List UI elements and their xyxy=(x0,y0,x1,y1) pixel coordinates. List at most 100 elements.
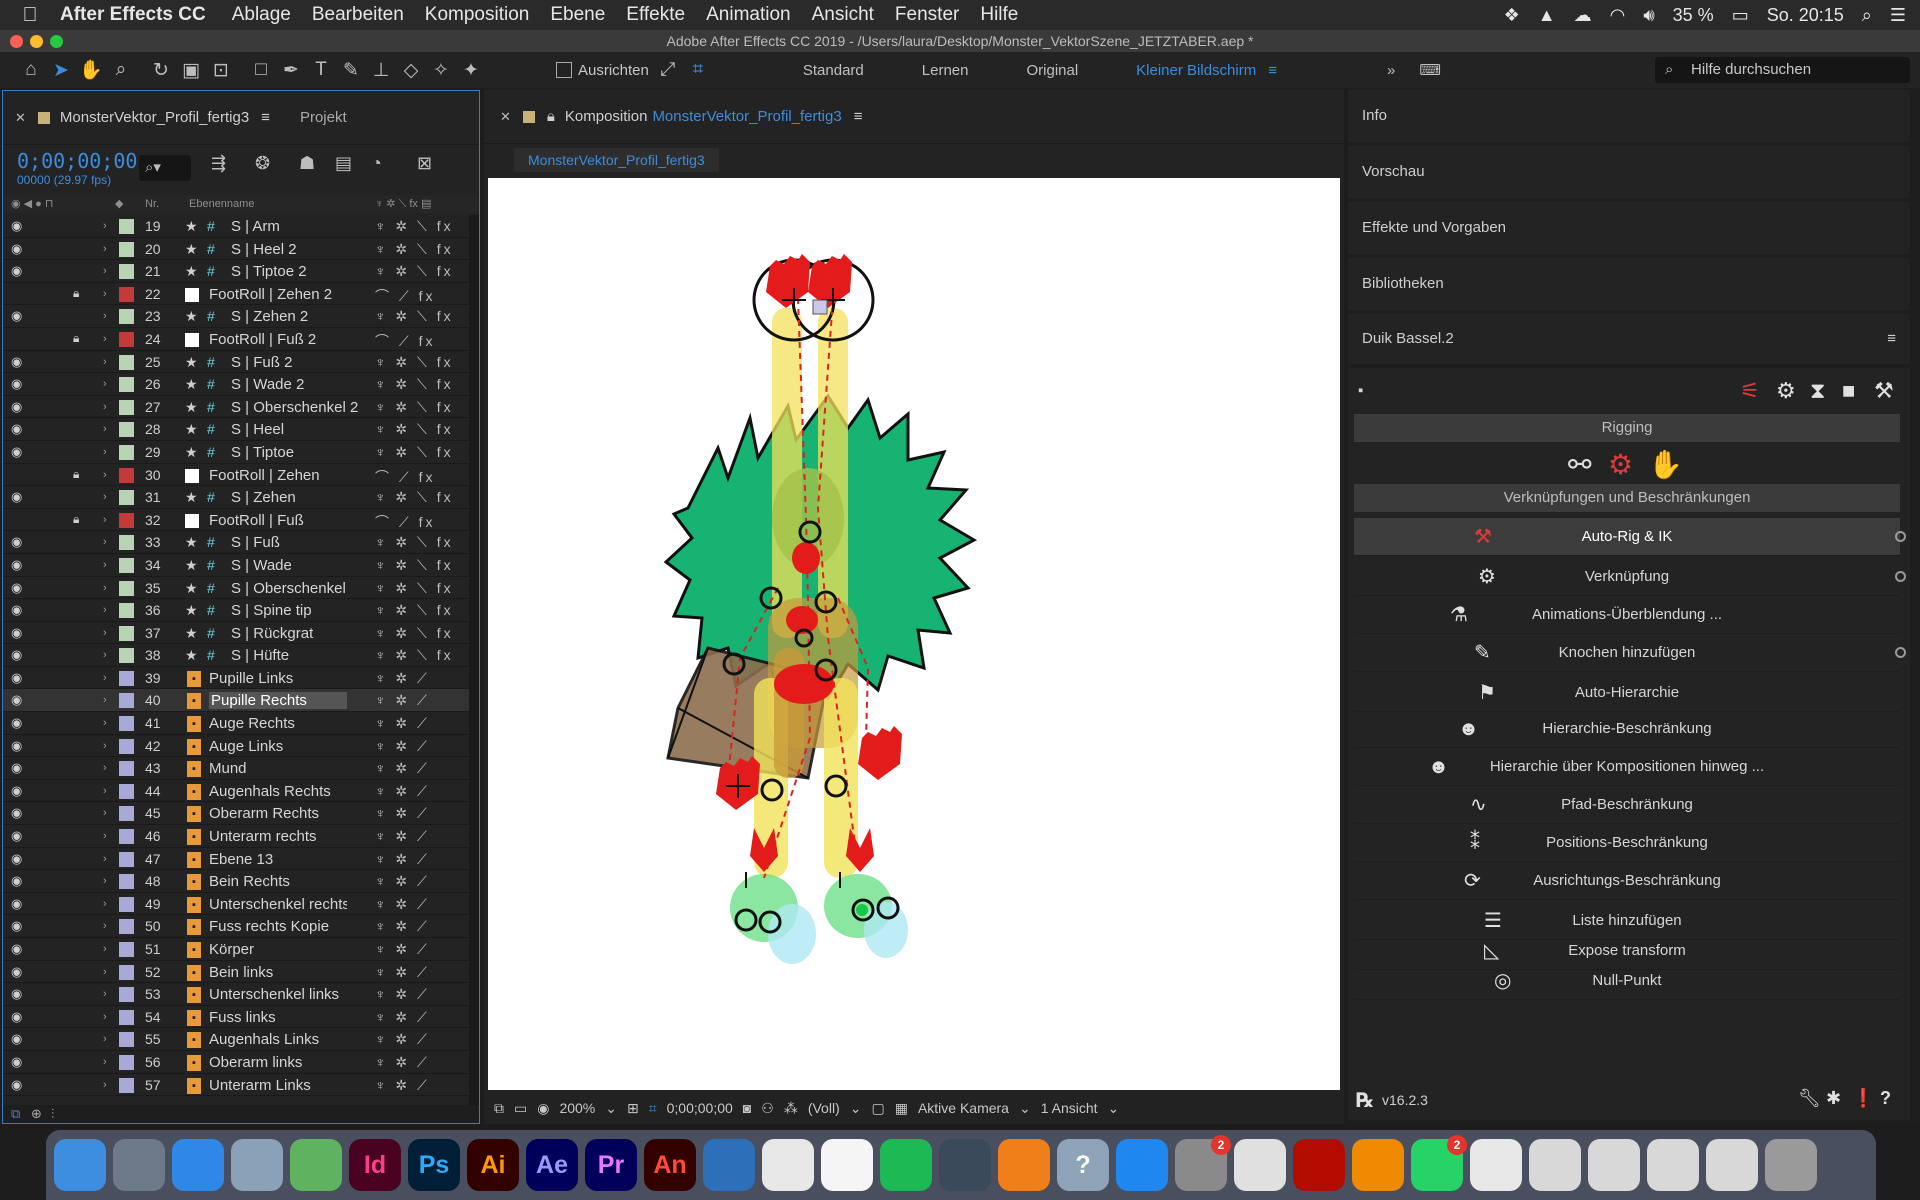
duik-button[interactable]: ⁑ Positions-Beschränkung xyxy=(1354,824,1900,862)
layer-row[interactable]: ◉ › 55 ▪ Augenhals Links ♆ ✲ ⟋ xyxy=(3,1028,469,1051)
label-color-swatch[interactable] xyxy=(119,783,134,799)
layer-name[interactable]: S | Zehen xyxy=(231,489,369,506)
photoshop-icon[interactable]: Ps xyxy=(408,1139,460,1191)
layer-row[interactable]: 🔒︎ › 30 FootRoll | Zehen ⌒ ⟋ fx xyxy=(3,464,469,487)
indesign-icon[interactable]: Id xyxy=(349,1139,401,1191)
visibility-eye-icon[interactable]: ◉ xyxy=(11,1031,22,1047)
panel-info[interactable]: Info xyxy=(1348,90,1910,142)
comp-tab-menu-icon[interactable]: ≡ xyxy=(854,108,863,125)
layer-switches[interactable]: ♆ ✲ ⟍ fx xyxy=(375,444,454,461)
visibility-eye-icon[interactable]: ◉ xyxy=(11,715,22,731)
duik-button[interactable]: ✎ Knochen hinzufügen xyxy=(1354,634,1906,672)
layer-switches[interactable]: ♆ ✲ ⟍ fx xyxy=(375,421,454,438)
layer-switches[interactable]: ♆ ✲ ⟍ fx xyxy=(375,534,454,551)
layer-name[interactable]: Pupille Rechts xyxy=(209,692,347,710)
help-icon[interactable]: ? xyxy=(1880,1088,1891,1109)
layer-row[interactable]: ◉ › 26 ★ # S | Wade 2 ♆ ✲ ⟍ fx xyxy=(3,373,469,396)
text-tool-icon[interactable]: T xyxy=(306,59,336,81)
app-icon[interactable] xyxy=(703,1139,755,1191)
graph-editor-icon[interactable]: ⊠ xyxy=(417,153,432,174)
rotate-tool-icon[interactable]: ↻ xyxy=(146,59,176,82)
layer-row[interactable]: ◉ › 39 ▪ Pupille Links ♆ ✲ ⟋ xyxy=(3,667,469,690)
visibility-eye-icon[interactable]: ◉ xyxy=(11,308,22,324)
layer-name[interactable]: Oberarm links xyxy=(209,1054,347,1071)
label-color-swatch[interactable] xyxy=(119,942,134,957)
pen-tool-icon[interactable]: ✒ xyxy=(276,59,306,82)
layer-switches[interactable]: ♆ ✲ ⟋ xyxy=(375,692,430,709)
layer-switches[interactable]: ⌒ ⟋ fx xyxy=(375,512,435,532)
home-icon[interactable]: ⌂ xyxy=(16,59,46,81)
camera-tab-icon[interactable]: ■ xyxy=(1842,378,1855,404)
twirl-chevron-icon[interactable]: › xyxy=(103,807,107,819)
panel-effects-presets[interactable]: Effekte und Vorgaben xyxy=(1348,202,1910,254)
layer-row[interactable]: ◉ › 48 ▪ Bein Rechts ♆ ✲ ⟋ xyxy=(3,870,469,893)
label-color-swatch[interactable] xyxy=(119,219,134,234)
layer-name[interactable]: S | Heel xyxy=(231,421,369,438)
duik-button[interactable]: ⚗ Animations-Überblendung ... xyxy=(1354,596,1900,634)
visibility-eye-icon[interactable]: ◉ xyxy=(11,760,22,776)
lock-icon[interactable]: 🔒︎ xyxy=(73,467,79,482)
whatsapp-icon[interactable]: 2 xyxy=(1411,1135,1467,1191)
visibility-eye-icon[interactable]: ◉ xyxy=(11,805,22,821)
menu-item-ablage[interactable]: Ablage xyxy=(232,4,291,26)
menu-item-bearbeiten[interactable]: Bearbeiten xyxy=(312,4,404,26)
menu-item-ebene[interactable]: Ebene xyxy=(550,4,605,26)
duik-button[interactable]: ⚙ Verknüpfung xyxy=(1354,558,1906,596)
layer-switches[interactable]: ♆ ✲ ⟋ xyxy=(375,715,430,732)
zoom-window-button[interactable] xyxy=(50,35,63,48)
selection-tool-icon[interactable]: ➤ xyxy=(46,59,76,82)
layer-row[interactable]: ◉ › 36 ★ # S | Spine tip ♆ ✲ ⟍ fx xyxy=(3,599,469,622)
spotify-icon[interactable] xyxy=(880,1139,932,1191)
panel-libraries[interactable]: Bibliotheken xyxy=(1348,258,1910,310)
label-color-swatch[interactable] xyxy=(119,738,134,754)
rigging-tab-icon[interactable]: ⚟ xyxy=(1740,378,1760,404)
layer-name[interactable]: Fuss links xyxy=(209,1009,347,1026)
label-color-swatch[interactable] xyxy=(119,557,134,573)
layer-switches[interactable]: ♆ ✲ ⟍ fx xyxy=(375,602,454,619)
tab-project[interactable]: Projekt xyxy=(300,109,347,126)
acrobat-icon[interactable] xyxy=(1293,1139,1345,1191)
duik-button[interactable]: ☻ Hierarchie über Kompositionen hinweg ..… xyxy=(1354,748,1900,786)
sync-settings-icon[interactable]: ⌨ xyxy=(1419,61,1441,79)
visibility-eye-icon[interactable]: ◉ xyxy=(11,376,22,392)
workspace-original[interactable]: Original xyxy=(1026,62,1078,79)
help-icon[interactable]: ? xyxy=(1057,1139,1109,1191)
twirl-chevron-icon[interactable]: › xyxy=(103,943,107,955)
lock-icon[interactable]: 🔒︎ xyxy=(73,331,79,346)
books-icon[interactable] xyxy=(998,1139,1050,1191)
label-color-swatch[interactable] xyxy=(119,874,134,890)
label-color-swatch[interactable] xyxy=(119,919,134,935)
switches-toggle-icon[interactable]: ⫶ xyxy=(51,1106,54,1122)
notification-center-icon[interactable]: ☰ xyxy=(1890,5,1906,26)
layer-switches[interactable]: ♆ ✲ ⟍ fx xyxy=(375,647,454,664)
visibility-eye-icon[interactable]: ◉ xyxy=(11,964,22,980)
twirl-chevron-icon[interactable]: › xyxy=(103,1011,107,1023)
layer-switches[interactable]: ♆ ✲ ⟍ fx xyxy=(375,308,454,325)
label-color-swatch[interactable] xyxy=(119,716,134,732)
layer-name[interactable]: S | Tiptoe 2 xyxy=(231,263,369,280)
lock-icon[interactable]: 🔒︎ xyxy=(547,108,555,125)
layer-row[interactable]: ◉ › 49 ▪ Unterschenkel rechts ♆ ✲ ⟋ xyxy=(3,893,469,916)
comp-breadcrumb[interactable]: MonsterVektor_Profil_fertig3 xyxy=(514,148,719,172)
layer-row[interactable]: ◉ › 40 ▪ Pupille Rechts ♆ ✲ ⟋ xyxy=(3,689,469,713)
layer-name[interactable]: S | Oberschenkel 2 xyxy=(231,399,369,416)
chevron-down-icon[interactable]: ⌄ xyxy=(850,1100,862,1117)
layer-row[interactable]: ◉ › 53 ▪ Unterschenkel links ♆ ✲ ⟋ xyxy=(3,983,469,1006)
always-preview-icon[interactable]: ⧉ xyxy=(494,1100,504,1117)
label-color-swatch[interactable] xyxy=(119,241,134,257)
photos-icon[interactable] xyxy=(821,1139,873,1191)
layer-switches[interactable]: ♆ ✲ ⟋ xyxy=(375,1031,430,1048)
visibility-eye-icon[interactable]: ◉ xyxy=(11,557,22,573)
layer-name[interactable]: S | Rückgrat xyxy=(231,625,369,642)
layer-name[interactable]: Bein links xyxy=(209,964,347,981)
twirl-chevron-icon[interactable]: › xyxy=(103,762,107,774)
maps-icon[interactable] xyxy=(290,1139,342,1191)
visibility-eye-icon[interactable]: ◉ xyxy=(11,421,22,437)
clone-stamp-tool-icon[interactable]: ⊥ xyxy=(366,59,396,82)
tab-menu-icon[interactable]: ≡ xyxy=(261,109,270,126)
layer-switches[interactable]: ♆ ✲ ⟍ fx xyxy=(375,399,454,416)
window-icon[interactable] xyxy=(1706,1139,1758,1191)
mask-visibility-icon[interactable]: ◉ xyxy=(537,1100,549,1117)
transparency-grid-icon[interactable]: ▦ xyxy=(895,1100,908,1117)
visibility-eye-icon[interactable]: ◉ xyxy=(11,1009,22,1025)
